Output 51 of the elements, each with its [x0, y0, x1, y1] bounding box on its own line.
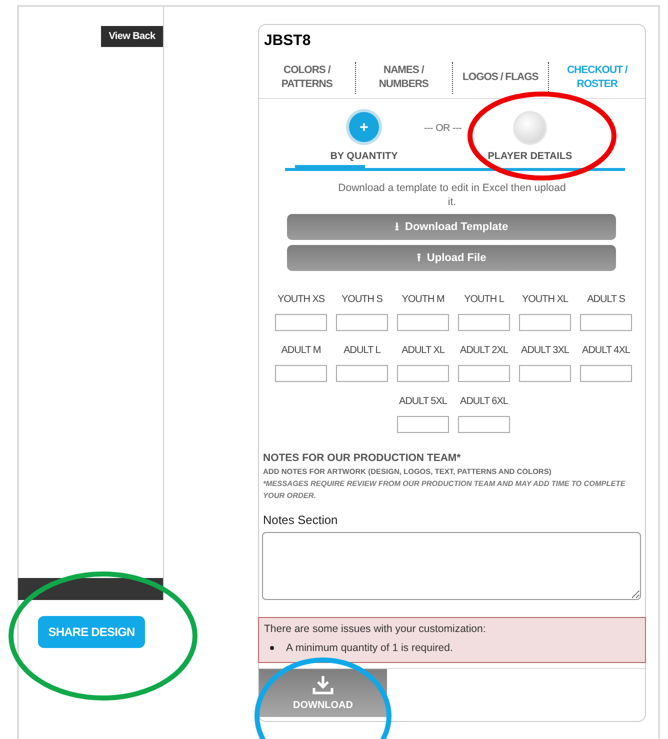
tab[interactable]: NAMES / NUMBERS — [354, 62, 452, 94]
size-label: YOUTH M — [402, 294, 444, 306]
template-button[interactable]: ⭳ Download Template — [287, 214, 616, 240]
quantity-input[interactable] — [275, 365, 327, 382]
size-label: YOUTH XS — [277, 294, 325, 306]
quantity-input[interactable] — [458, 365, 510, 382]
quantity-input[interactable] — [580, 365, 632, 382]
notes-field[interactable] — [262, 532, 641, 600]
download-icon — [312, 674, 334, 695]
quantity-input[interactable] — [336, 314, 388, 332]
size-label: ADULT L — [344, 345, 380, 356]
tab[interactable]: COLORS / PATTERNS — [259, 58, 355, 98]
quantity-input[interactable] — [458, 314, 510, 332]
size-label: ADULT 6XL — [460, 396, 508, 408]
selected-radio[interactable]: + — [346, 109, 382, 145]
size-label: ADULT S — [587, 294, 625, 306]
quantity-input[interactable] — [519, 365, 571, 382]
size-label: ADULT M — [281, 345, 321, 356]
size-label: ADULT 4XL — [582, 345, 630, 356]
size-label: YOUTH S — [342, 294, 382, 306]
quantity-input[interactable] — [275, 314, 327, 332]
template-button[interactable]: ⭱ Upload File — [287, 245, 616, 272]
notes-heading: NOTES FOR OUR PRODUCTION TEAM* — [263, 452, 462, 464]
or-separator: --- OR --- — [424, 123, 463, 134]
size-label: ADULT XL — [402, 345, 444, 356]
tab[interactable]: CHECKOUT / ROSTER — [548, 62, 645, 94]
quantity-input[interactable] — [580, 314, 632, 332]
notes-label: Notes Section — [263, 512, 339, 527]
size-label: ADULT 5XL — [399, 396, 447, 408]
bullet-icon — [270, 646, 274, 650]
quantity-input[interactable] — [458, 416, 510, 434]
size-label: YOUTH L — [464, 294, 504, 306]
alert-item: A minimum quantity of 1 is required. — [286, 642, 453, 654]
view-back-button[interactable]: View Back — [101, 26, 163, 47]
quantity-input[interactable] — [397, 365, 449, 382]
product-title: JBST8 — [263, 31, 312, 51]
quantity-input[interactable] — [519, 314, 571, 332]
size-label: ADULT 2XL — [460, 345, 508, 356]
download-button[interactable]: DOWNLOAD — [259, 668, 387, 717]
alert-title: There are some issues with your customization: — [264, 622, 487, 635]
tab[interactable]: LOGOS / FLAGS — [452, 62, 548, 94]
quantity-input[interactable] — [397, 314, 449, 332]
quantity-input[interactable] — [397, 416, 449, 434]
radio-button[interactable] — [513, 111, 547, 145]
share-design-button[interactable]: SHARE DESIGN — [38, 616, 145, 648]
instruction-text: Download a template to edit in Excel then upload it. — [337, 182, 567, 210]
size-label: YOUTH XL — [522, 294, 568, 306]
quantity-input[interactable] — [336, 365, 388, 382]
mode-label: BY QUANTITY — [330, 151, 398, 162]
size-label: ADULT 3XL — [521, 345, 569, 356]
mode-label: PLAYER DETAILS — [488, 151, 572, 162]
